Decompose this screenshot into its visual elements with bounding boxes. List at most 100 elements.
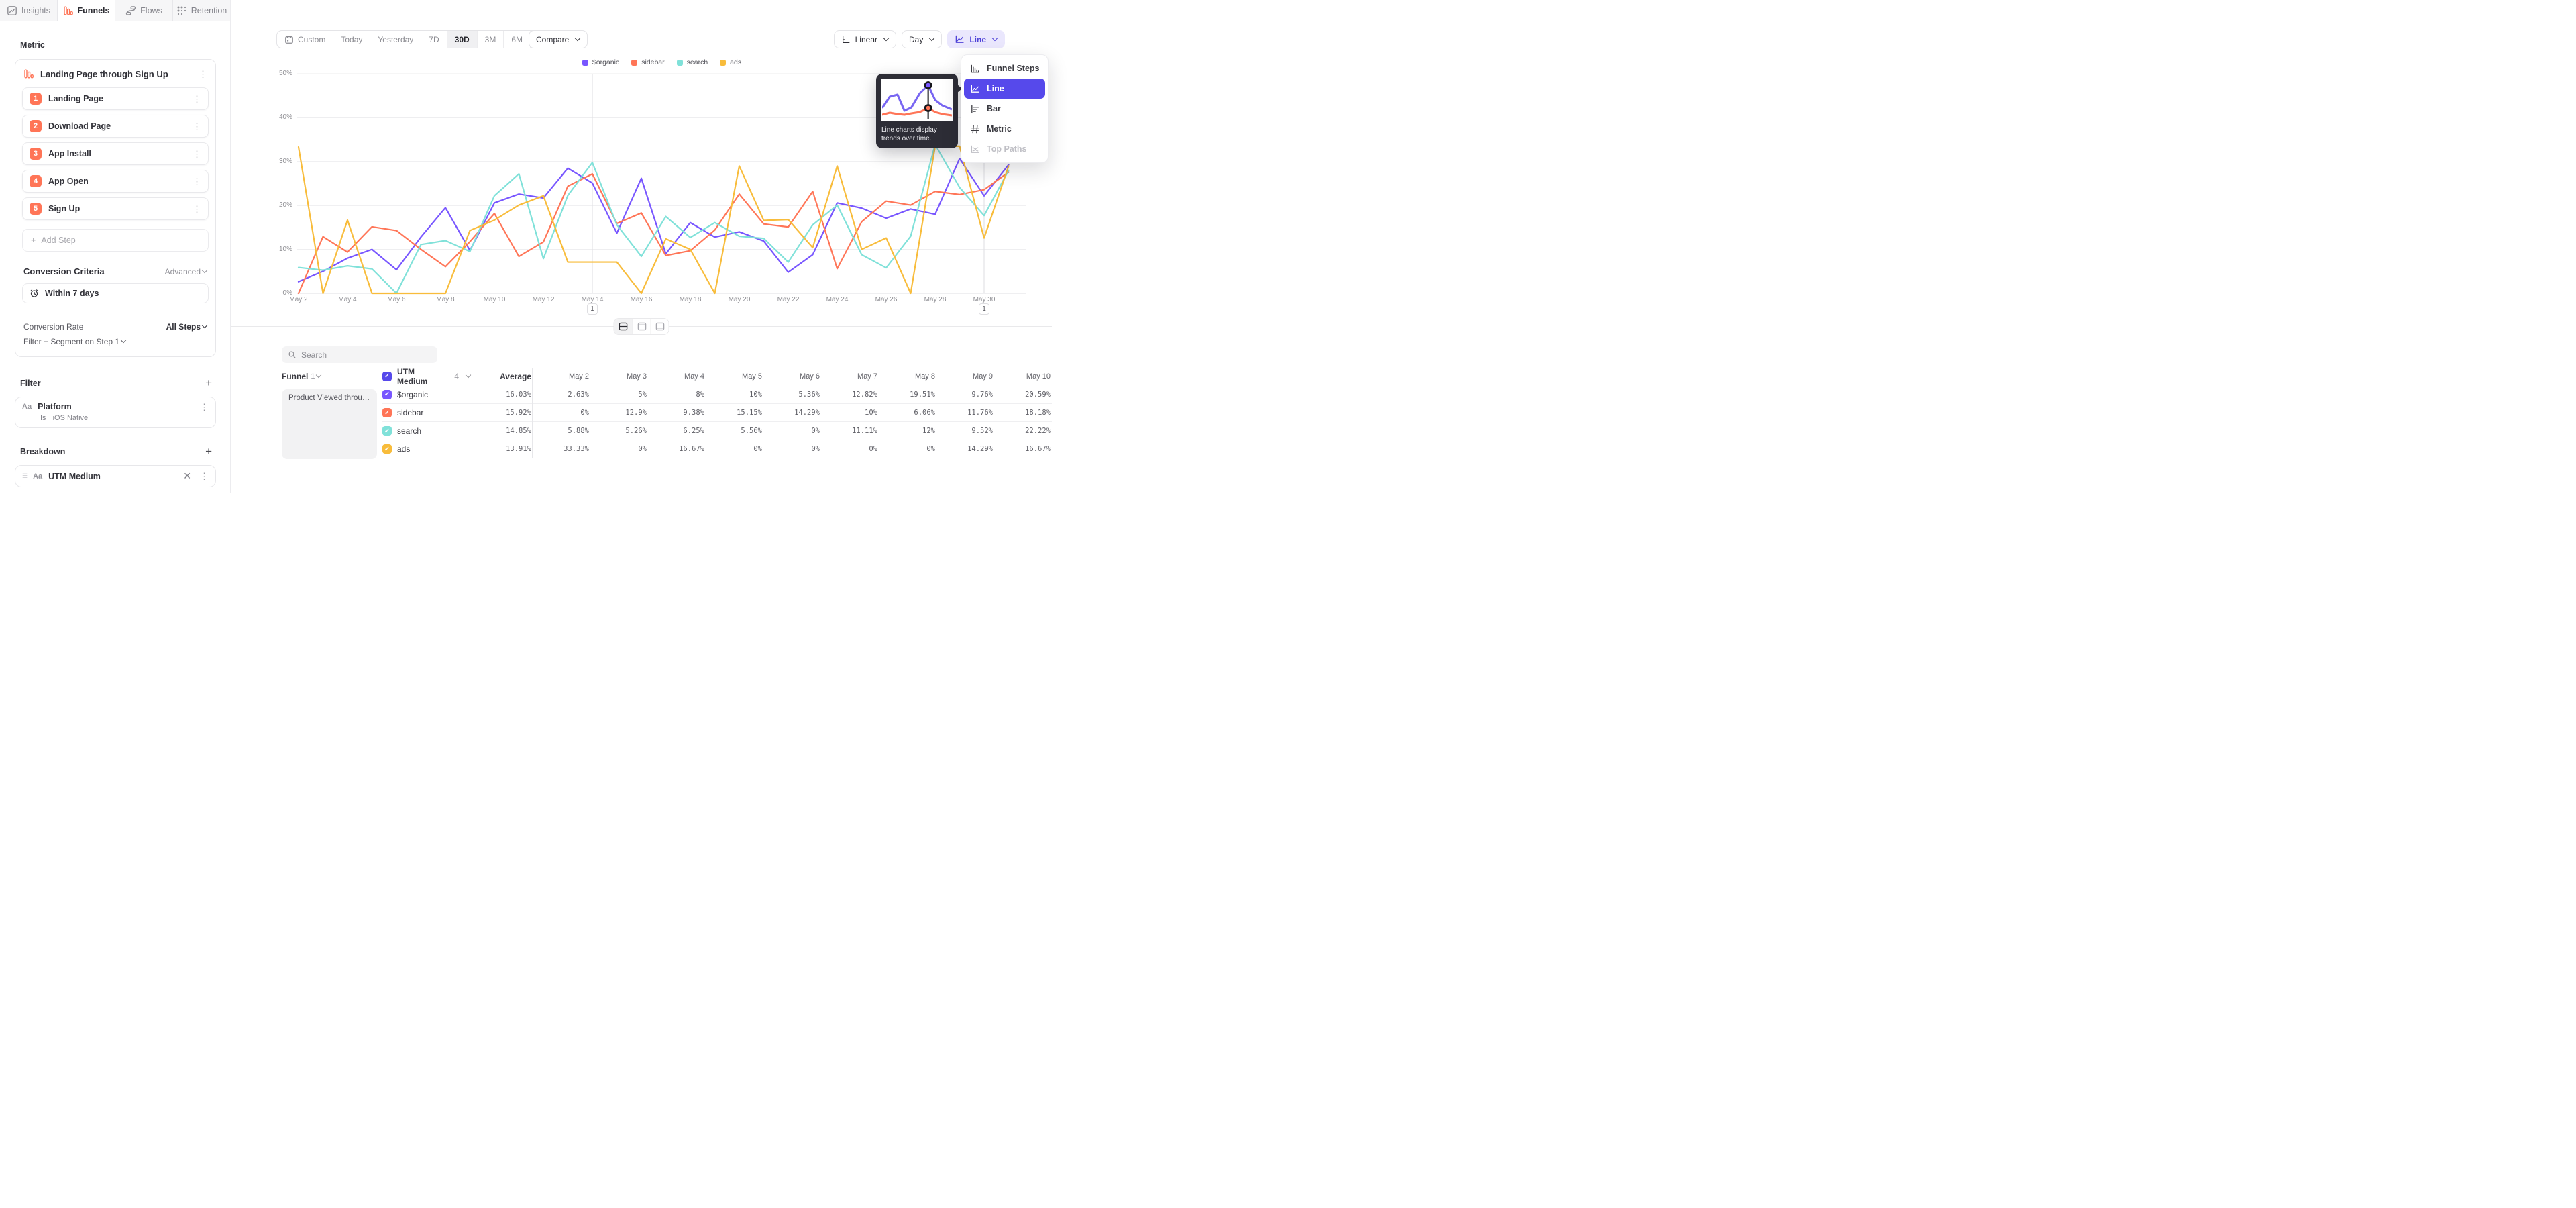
- search-input[interactable]: [301, 350, 431, 360]
- filter-segment-toggle[interactable]: Filter + Segment on Step 1: [15, 332, 215, 348]
- series-checkbox[interactable]: ✓: [382, 390, 392, 399]
- y-tick-label: 40%: [256, 113, 292, 121]
- add-filter-button[interactable]: +: [205, 377, 212, 389]
- filter-value[interactable]: iOS Native: [53, 414, 89, 422]
- date-column-header[interactable]: May 6: [763, 368, 821, 385]
- layout-top-icon: [637, 321, 647, 332]
- funnel-column-header[interactable]: Funnel1: [282, 368, 382, 385]
- date-column-header[interactable]: May 7: [821, 368, 879, 385]
- chevron-down-icon: [575, 35, 580, 40]
- chart-type-button[interactable]: Line: [947, 30, 1005, 48]
- step-label: Landing Page: [48, 94, 186, 103]
- column-separator: [532, 368, 533, 458]
- funnel-step-row[interactable]: 4 App Open ⋮: [22, 170, 209, 193]
- range-custom[interactable]: Custom: [277, 31, 333, 48]
- legend-item[interactable]: ads: [720, 58, 741, 66]
- tab-funnels[interactable]: Funnels: [58, 0, 115, 21]
- compare-button[interactable]: Compare: [529, 30, 588, 48]
- table-search[interactable]: [282, 346, 437, 363]
- date-column-header[interactable]: May 4: [648, 368, 706, 385]
- table-value: 16.67%: [994, 440, 1052, 458]
- table-value: 5%: [590, 385, 648, 403]
- table-value: 2.63%: [533, 385, 590, 403]
- funnel-step-row[interactable]: 5 Sign Up ⋮: [22, 197, 209, 220]
- date-column-header[interactable]: May 9: [936, 368, 994, 385]
- drag-handle-icon[interactable]: ☰: [22, 472, 27, 480]
- tab-insights[interactable]: Insights: [0, 0, 58, 21]
- step-number-badge: 5: [30, 203, 42, 215]
- conversion-window-button[interactable]: Within 7 days: [22, 283, 209, 303]
- legend-item[interactable]: $organic: [582, 58, 619, 66]
- menu-item-line[interactable]: Line: [964, 79, 1045, 99]
- tab-retention[interactable]: Retention: [173, 0, 230, 21]
- chart-type-tooltip: Line charts display trends over time.: [876, 74, 958, 148]
- step-kebab-icon[interactable]: ⋮: [193, 122, 201, 131]
- bar-chart-icon: [969, 104, 981, 114]
- series-checkbox[interactable]: ✓: [382, 426, 392, 436]
- add-breakdown-button[interactable]: +: [205, 446, 212, 457]
- tab-flows[interactable]: Flows: [115, 0, 173, 21]
- funnel-kebab-icon[interactable]: ⋮: [199, 70, 207, 79]
- layout-bottom-button[interactable]: [651, 319, 669, 334]
- menu-item-bar[interactable]: Bar: [964, 99, 1045, 119]
- series-checkbox[interactable]: ✓: [382, 408, 392, 417]
- series-line-ads: [299, 146, 1009, 293]
- breakdown-kebab-icon[interactable]: ⋮: [200, 472, 209, 481]
- linear-scale-icon: [841, 35, 851, 44]
- funnel-step-row[interactable]: 3 App Install ⋮: [22, 142, 209, 165]
- tooltip-mini-chart: [881, 79, 953, 121]
- step-kebab-icon[interactable]: ⋮: [193, 177, 201, 186]
- scale-selector-button[interactable]: Linear: [834, 30, 896, 48]
- chart-legend: $organic sidebar search ads: [297, 58, 1026, 66]
- range-6m[interactable]: 6M: [503, 31, 530, 48]
- funnel-step-row[interactable]: 2 Download Page ⋮: [22, 115, 209, 138]
- layout-bottom-icon: [655, 321, 665, 332]
- menu-item-metric[interactable]: Metric: [964, 119, 1045, 139]
- date-column-header[interactable]: May 8: [879, 368, 936, 385]
- range-7d[interactable]: 7D: [421, 31, 446, 48]
- date-column-header[interactable]: May 3: [590, 368, 648, 385]
- filter-card[interactable]: Aa Platform ⋮ Is iOS Native: [15, 397, 216, 428]
- legend-item[interactable]: sidebar: [631, 58, 664, 66]
- series-checkbox[interactable]: ✓: [382, 444, 392, 454]
- interval-selector-button[interactable]: Day: [902, 30, 942, 48]
- table-value: 14.29%: [763, 403, 821, 421]
- step-kebab-icon[interactable]: ⋮: [193, 150, 201, 158]
- layout-top-button[interactable]: [633, 319, 651, 334]
- layout-split-button[interactable]: [614, 319, 633, 334]
- advanced-toggle[interactable]: Advanced: [165, 267, 207, 276]
- filter-kebab-icon[interactable]: ⋮: [200, 403, 209, 411]
- table-value: 9.52%: [936, 421, 994, 440]
- legend-item[interactable]: search: [677, 58, 708, 66]
- breakdown-property-name: UTM Medium: [48, 472, 177, 481]
- metric-icon: [969, 124, 981, 134]
- range-today[interactable]: Today: [333, 31, 370, 48]
- annotation-marker[interactable]: 1: [587, 303, 598, 315]
- breakdown-column-header[interactable]: ✓UTM Medium4: [382, 368, 471, 385]
- remove-breakdown-icon[interactable]: ✕: [183, 470, 191, 482]
- date-column-header[interactable]: May 10: [994, 368, 1052, 385]
- range-3m[interactable]: 3M: [477, 31, 504, 48]
- table-value: 9.76%: [936, 385, 994, 403]
- x-tick-label: May 12: [523, 296, 564, 303]
- menu-item-funnel-steps[interactable]: Funnel Steps: [964, 58, 1045, 79]
- funnel-step-row[interactable]: 1 Landing Page ⋮: [22, 87, 209, 110]
- range-30d[interactable]: 30D: [447, 31, 477, 48]
- x-tick-label: May 26: [866, 296, 906, 303]
- step-kebab-icon[interactable]: ⋮: [193, 205, 201, 213]
- average-column-header[interactable]: Average: [471, 368, 533, 385]
- line-chart-icon: [955, 34, 965, 44]
- breakdown-card[interactable]: ☰ Aa UTM Medium ✕ ⋮: [15, 465, 216, 487]
- funnel-name-cell[interactable]: Product Viewed through P...: [282, 389, 377, 459]
- annotation-marker[interactable]: 1: [979, 303, 989, 315]
- range-yesterday[interactable]: Yesterday: [370, 31, 421, 48]
- date-column-header[interactable]: May 5: [706, 368, 763, 385]
- chart-type-menu: Funnel StepsLineBarMetricTop Paths: [961, 54, 1049, 163]
- date-column-header[interactable]: May 2: [533, 368, 590, 385]
- step-kebab-icon[interactable]: ⋮: [193, 95, 201, 103]
- filter-operator[interactable]: Is: [40, 414, 46, 422]
- conversion-rate-selector[interactable]: All Steps: [166, 322, 207, 332]
- series-line-search: [299, 144, 1009, 293]
- checkbox-checked[interactable]: ✓: [382, 372, 392, 381]
- add-step-button[interactable]: + Add Step: [22, 229, 209, 252]
